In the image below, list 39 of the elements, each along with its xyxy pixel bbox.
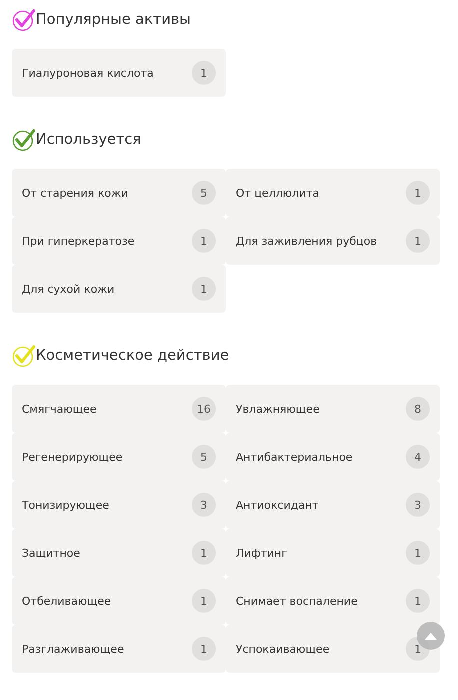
count-badge: 3 [192,493,216,517]
count-badge: 1 [406,541,430,565]
tag-chip[interactable]: Защитное 1 [12,529,226,577]
section-title: Используется [36,132,142,148]
tag-chip[interactable]: Разглаживающее 1 [12,625,226,673]
count-badge: 4 [406,445,430,469]
count-badge: 1 [192,637,216,661]
tag-chip[interactable]: Смягчающее 16 [12,385,226,433]
count-badge: 1 [192,229,216,253]
count-badge: 1 [192,61,216,85]
tag-chip[interactable]: От целлюлита 1 [226,169,440,217]
count-badge: 1 [192,541,216,565]
tag-chip[interactable]: Для сухой кожи 1 [12,265,226,313]
count-badge: 3 [406,493,430,517]
count-badge: 5 [192,445,216,469]
section-title: Популярные активы [36,12,191,28]
count-badge: 1 [192,277,216,301]
tag-chip[interactable]: Для заживления рубцов 1 [226,217,440,265]
tag-chip[interactable]: Отбеливающее 1 [12,577,226,625]
section-title: Косметическое действие [36,348,230,364]
arrow-up-icon [424,631,438,641]
count-badge: 8 [406,397,430,421]
tag-chip[interactable]: Тонизирующее 3 [12,481,226,529]
count-badge: 1 [406,589,430,613]
count-badge: 1 [192,589,216,613]
tag-chip[interactable]: От старения кожи 5 [12,169,226,217]
tag-chip[interactable]: Регенерирующее 5 [12,433,226,481]
tag-chip[interactable]: Антибактериальное 4 [226,433,440,481]
tag-chip[interactable]: При гиперкератозе 1 [12,217,226,265]
count-badge: 1 [406,229,430,253]
tag-chip[interactable]: Гиалуроновая кислота 1 [12,49,226,97]
tag-chip[interactable]: Успокаивающее 1 [226,625,440,673]
count-badge: 16 [192,397,216,421]
tag-chip[interactable]: Увлажняющее 8 [226,385,440,433]
tag-chip[interactable]: Лифтинг 1 [226,529,440,577]
tag-chip[interactable]: Снимает воспаление 1 [226,577,440,625]
count-badge: 5 [192,181,216,205]
count-badge: 1 [406,181,430,205]
tag-chip[interactable]: Антиоксидант 3 [226,481,440,529]
